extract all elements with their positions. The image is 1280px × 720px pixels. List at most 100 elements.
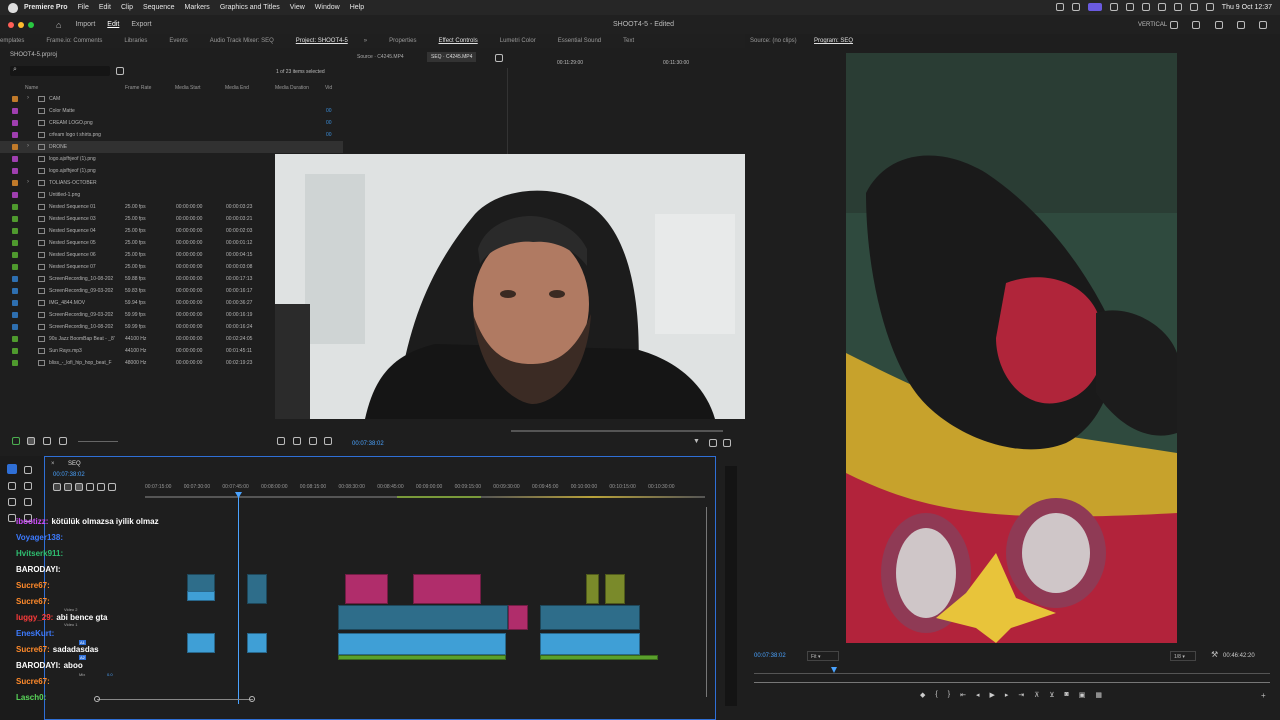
export-tab[interactable]: Export [131,21,151,28]
go-to-in-icon[interactable]: ⇤ [960,691,966,699]
export-frame-icon[interactable] [709,439,717,447]
go-to-out-icon[interactable]: ⇥ [1018,691,1024,699]
tab-events[interactable]: Events [169,38,187,44]
razor-icon[interactable] [24,482,32,490]
ec-timecode[interactable]: 00:07:38:02 [352,441,384,447]
feedback-icon[interactable] [1237,20,1245,29]
new-bin-icon[interactable] [116,67,124,75]
menu-markers[interactable]: Markers [185,4,210,11]
multicam-icon[interactable]: ▦ [1095,691,1102,699]
ec-scroll-bar[interactable] [511,430,723,432]
share-icon[interactable] [1192,20,1200,29]
panel-toggle-icon[interactable] [1259,20,1267,29]
filter-icon[interactable]: ▼ [693,438,700,445]
label-color-swatch[interactable] [12,168,18,174]
time-ruler[interactable]: 00:07:15:00 00:07:30:00 00:07:45:00 00:08:0… [145,484,705,494]
import-tab[interactable]: Import [75,21,95,28]
audio-clip[interactable] [338,633,506,655]
status-icon[interactable] [1125,3,1134,11]
tab-effect-controls[interactable]: Effect Controls [438,38,477,44]
export-frame-icon[interactable]: ◙ [1065,691,1069,699]
add-marker-icon[interactable] [86,483,94,491]
tab-lumetri[interactable]: Lumetri Color [500,38,536,44]
column-vid[interactable]: Vid [325,85,332,91]
folder-icon[interactable] [293,437,301,445]
wifi-icon[interactable] [1173,3,1182,11]
menu-view[interactable]: View [290,4,305,11]
video-clip[interactable] [508,605,528,630]
program-timebar[interactable] [754,673,1270,674]
video-clip[interactable] [345,574,388,604]
trash-icon[interactable] [324,437,332,445]
snap-icon[interactable] [64,483,72,491]
label-color-swatch[interactable] [12,204,18,210]
wrench-icon[interactable] [97,483,105,491]
control-center-icon[interactable] [1205,3,1214,11]
label-color-swatch[interactable] [12,288,18,294]
wrench-icon[interactable]: ⚒ [1211,650,1218,659]
project-item-row[interactable]: CREAM LOGO.png 00 [0,117,343,129]
apple-icon[interactable] [8,2,18,13]
tab-essential-sound[interactable]: Essential Sound [558,38,601,44]
workspace-icon[interactable] [1170,20,1178,29]
label-color-swatch[interactable] [12,264,18,270]
column-media-end[interactable]: Media End [225,85,249,91]
settings-icon[interactable] [723,439,731,447]
video-clip[interactable] [540,605,640,630]
menu-sequence[interactable]: Sequence [143,4,175,11]
panel-menu-icon[interactable] [495,54,503,62]
label-color-swatch[interactable] [12,144,18,150]
tab-program-monitor[interactable]: Program: SEQ [814,38,853,44]
status-icon[interactable] [1071,3,1080,11]
label-color-swatch[interactable] [12,216,18,222]
label-color-swatch[interactable] [12,252,18,258]
step-back-icon[interactable]: ◂ [976,691,980,699]
new-item-icon[interactable] [309,437,317,445]
tab-source-monitor[interactable]: Source: (no clips) [750,38,797,44]
play-icon[interactable]: ▶ [989,691,994,699]
video-clip[interactable] [187,574,215,592]
expand-chevron-icon[interactable]: › [27,179,29,185]
horizontal-scrollbar[interactable] [97,699,253,700]
close-window-button[interactable] [8,21,14,28]
timeline-timecode[interactable]: 00:07:38:02 [53,472,85,478]
label-color-swatch[interactable] [12,360,18,366]
list-view-icon[interactable] [27,437,35,445]
audio-clip[interactable] [540,655,658,660]
label-color-swatch[interactable] [12,300,18,306]
label-color-swatch[interactable] [12,156,18,162]
pen-tool-icon[interactable] [24,498,32,506]
tab-templates[interactable]: emplates [0,38,24,44]
slip-icon[interactable] [8,498,16,506]
label-color-swatch[interactable] [12,228,18,234]
audio-clip[interactable] [338,655,506,660]
label-color-swatch[interactable] [12,240,18,246]
menu-clip[interactable]: Clip [121,4,133,11]
freeform-view-icon[interactable] [59,437,67,445]
label-color-swatch[interactable] [12,120,18,126]
pen-icon[interactable] [12,437,20,445]
label-color-swatch[interactable] [12,96,18,102]
search-input[interactable] [10,66,110,76]
label-color-swatch[interactable] [12,108,18,114]
video-clip[interactable] [413,574,481,604]
seq-clip-tab[interactable]: SEQ · C4245.MP4 [427,52,477,62]
caption-icon[interactable] [108,483,116,491]
new-bin-icon[interactable] [277,437,285,445]
label-color-swatch[interactable] [12,192,18,198]
zoom-fit-select[interactable]: Fit ▾ [807,651,839,661]
resolution-select[interactable]: 1/8 ▾ [1170,651,1196,661]
zoom-window-button[interactable] [28,21,34,28]
icon-view-icon[interactable] [43,437,51,445]
expand-chevron-icon[interactable]: › [27,143,29,149]
menu-file[interactable]: File [78,4,89,11]
zoom-slider[interactable] [78,441,118,442]
fullscreen-icon[interactable] [1215,20,1223,29]
column-media-start[interactable]: Media Start [175,85,201,91]
linked-selection-icon[interactable] [75,483,83,491]
status-icon[interactable] [1087,3,1102,11]
mark-out-icon[interactable]: } [948,691,950,699]
menu-window[interactable]: Window [315,4,340,11]
step-forward-icon[interactable]: ▸ [1005,691,1009,699]
video-clip[interactable] [605,574,625,604]
